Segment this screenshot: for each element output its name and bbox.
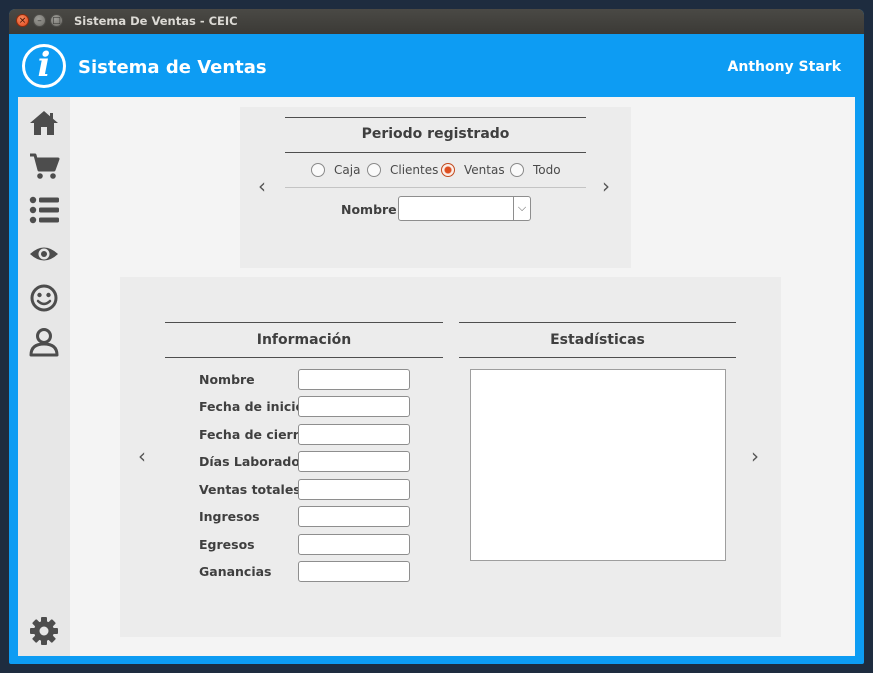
divider [285, 187, 586, 188]
radio-clientes[interactable] [367, 163, 381, 177]
smiley-icon[interactable] [28, 282, 60, 314]
sidebar [18, 97, 70, 656]
radio-clientes-label[interactable]: Clientes [390, 163, 438, 177]
home-icon[interactable] [28, 107, 60, 139]
window-title: Sistema De Ventas - CEIC [74, 14, 238, 28]
app-logo: i [22, 44, 66, 88]
close-window-button[interactable]: × [16, 14, 29, 27]
radio-caja-label[interactable]: Caja [334, 163, 360, 177]
logo-letter: i [37, 45, 51, 85]
periodo-panel: Periodo registrado Caja Clientes Ventas … [240, 107, 631, 268]
fecha-inicio-field[interactable] [298, 396, 410, 417]
radio-caja[interactable] [311, 163, 325, 177]
periodo-prev-arrow[interactable]: ‹ [258, 176, 266, 196]
divider [165, 357, 443, 358]
divider [165, 322, 443, 323]
list-icon[interactable] [28, 194, 60, 226]
field-label-ventas-totales: Ventas totales [199, 482, 301, 497]
chevron-down-icon[interactable]: ⌵ [513, 197, 530, 220]
title-bar: × – □ Sistema De Ventas - CEIC [9, 9, 864, 34]
dias-laborados-field[interactable] [298, 451, 410, 472]
periodo-next-arrow[interactable]: › [602, 176, 610, 196]
fecha-cierre-field[interactable] [298, 424, 410, 445]
informacion-title: Información [256, 332, 352, 348]
user-icon[interactable] [28, 326, 60, 358]
radio-todo[interactable] [510, 163, 524, 177]
divider [459, 322, 736, 323]
main-content: Periodo registrado Caja Clientes Ventas … [70, 97, 855, 656]
app-title: Sistema de Ventas [78, 57, 267, 78]
periodo-title: Periodo registrado [361, 126, 510, 142]
maximize-window-button[interactable]: □ [50, 14, 63, 27]
radio-ventas-label[interactable]: Ventas [464, 163, 505, 177]
app-window: × – □ Sistema De Ventas - CEIC i Sistema… [9, 9, 864, 664]
cart-icon[interactable] [28, 150, 60, 182]
minimize-window-button[interactable]: – [33, 14, 46, 27]
user-name[interactable]: Anthony Stark [728, 59, 841, 75]
egresos-field[interactable] [298, 534, 410, 555]
estadisticas-title: Estadísticas [550, 332, 645, 348]
divider [285, 117, 586, 118]
divider [285, 152, 586, 153]
field-label-dias-laborados: Días Laborados [199, 454, 308, 469]
field-label-ingresos: Ingresos [199, 509, 260, 524]
field-label-egresos: Egresos [199, 537, 255, 552]
eye-icon[interactable] [28, 238, 60, 270]
divider [459, 357, 736, 358]
ganancias-field[interactable] [298, 561, 410, 582]
nombre-field[interactable] [298, 369, 410, 390]
radio-ventas[interactable] [441, 163, 455, 177]
details-next-arrow[interactable]: › [751, 446, 759, 466]
estadisticas-chart-area [470, 369, 726, 561]
ventas-totales-field[interactable] [298, 479, 410, 500]
gear-icon[interactable] [28, 615, 60, 647]
field-label-fecha-inicio: Fecha de inicio [199, 399, 305, 414]
radio-todo-label[interactable]: Todo [533, 163, 561, 177]
nombre-combobox[interactable]: ⌵ [398, 196, 531, 221]
ingresos-field[interactable] [298, 506, 410, 527]
nombre-label: Nombre [341, 202, 397, 217]
details-panel: ‹ › Información Nombre Fecha de inicio F… [120, 277, 781, 637]
field-label-nombre: Nombre [199, 372, 255, 387]
field-label-ganancias: Ganancias [199, 564, 272, 579]
field-label-fecha-cierre: Fecha de cierre [199, 427, 308, 442]
details-prev-arrow[interactable]: ‹ [138, 446, 146, 466]
